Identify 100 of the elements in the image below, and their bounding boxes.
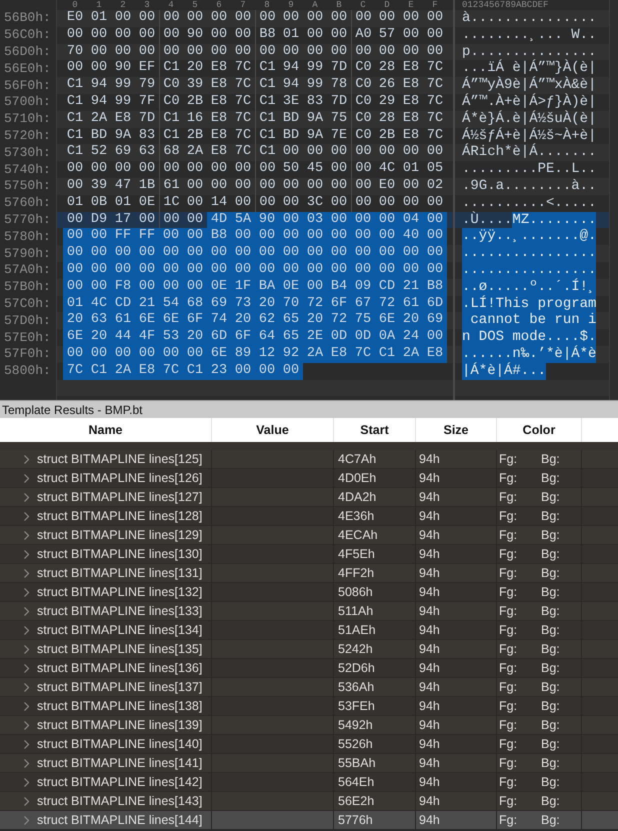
row-address: 56B0h:	[4, 10, 51, 26]
table-row[interactable]: struct BITMAPLINE lines[133] 511Ah 94h Fg: Bg:	[0, 602, 618, 621]
hex-byte: 00	[234, 161, 252, 178]
ascii-text: Á”™.À+è|Á>ƒ}À)è|	[462, 94, 596, 110]
hex-byte: 7C	[234, 77, 252, 94]
table-cell-text: struct BITMAPLINE lines[139]	[37, 717, 202, 734]
hex-byte: 69	[423, 312, 447, 330]
hex-byte: 00	[306, 44, 324, 60]
hex-byte: 00	[183, 278, 207, 296]
hex-byte: 00	[90, 60, 108, 78]
table-cell-text: 5492h	[338, 717, 373, 734]
hex-byte: 00	[330, 178, 348, 195]
table-row[interactable]: struct BITMAPLINE lines[143] 56E2h 94h Fg: Bg:	[0, 792, 618, 811]
hex-byte: 00	[138, 212, 156, 228]
hex-byte: 00	[255, 362, 279, 380]
table-row[interactable]: struct BITMAPLINE lines[136] 52D6h 94h Fg: Bg:	[0, 659, 618, 678]
hex-byte: E8	[114, 110, 132, 128]
hex-byte: 00	[90, 161, 108, 178]
table-cell-text: 94h	[419, 508, 440, 525]
table-cell-text: 94h	[419, 736, 440, 753]
hex-byte: E8	[402, 110, 420, 128]
table-row[interactable]: struct BITMAPLINE lines[129] 4ECAh 94h Fg: Bg:	[0, 526, 618, 545]
hex-byte: 39	[90, 178, 108, 195]
hex-byte: C1	[66, 144, 84, 162]
table-cell-text: Bg:	[541, 717, 560, 734]
hex-byte: 2B	[186, 128, 204, 144]
ascii-text: à...............	[462, 10, 596, 27]
hex-byte: 62	[255, 312, 279, 330]
hex-byte: 29	[378, 94, 396, 111]
hex-byte: C1	[66, 77, 84, 94]
hex-byte: 6E	[135, 312, 159, 330]
scrollbar-track[interactable]	[609, 0, 618, 400]
table-cell-text: Bg:	[541, 603, 560, 620]
hex-byte: E8	[210, 77, 228, 94]
hex-byte: EF	[138, 60, 156, 78]
row-address: 5800h:	[4, 363, 51, 380]
row-address: 56F0h:	[4, 78, 51, 94]
table-cell-text: Bg:	[541, 736, 560, 753]
hex-byte: E8	[402, 94, 420, 111]
table-cell-text: Bg:	[541, 489, 560, 506]
hex-byte: 00	[186, 194, 204, 212]
table-cell-text: struct BITMAPLINE lines[128]	[37, 508, 202, 525]
hex-byte: 70	[279, 296, 303, 312]
row-address: 57E0h:	[4, 330, 51, 346]
table-row[interactable]: struct BITMAPLINE lines[139] 5492h 94h Fg: Bg:	[0, 716, 618, 735]
hex-byte: 00	[234, 26, 252, 44]
hex-byte: 00	[375, 262, 399, 279]
hex-byte: 83	[138, 128, 156, 144]
row-address: 56D0h:	[4, 44, 51, 60]
hex-byte: 00	[87, 228, 111, 246]
hex-byte: 7F	[138, 94, 156, 111]
hex-byte: 6E	[207, 346, 231, 363]
ascii-text: ...ïÁ è|Á”™}À(è|	[462, 60, 596, 76]
table-cell-text: Bg:	[541, 508, 560, 525]
hex-byte: 00	[378, 10, 396, 27]
hex-byte: 7C	[426, 94, 444, 111]
table-row[interactable]: struct BITMAPLINE lines[131] 4FF2h 94h Fg: Bg:	[0, 564, 618, 583]
table-row[interactable]: struct BITMAPLINE lines[144] 5776h 94h Fg: Bg:	[0, 811, 618, 830]
hex-byte: 00	[186, 212, 204, 228]
hex-byte: 72	[303, 296, 327, 312]
table-cell-text: 53FEh	[338, 698, 375, 715]
hex-byte: 01	[114, 194, 132, 212]
table-row[interactable]: struct BITMAPLINE lines[132] 5086h 94h Fg: Bg:	[0, 583, 618, 602]
table-row[interactable]: struct BITMAPLINE lines[138] 53FEh 94h Fg: Bg:	[0, 697, 618, 716]
hex-byte: B8	[207, 228, 231, 246]
table-cell-text: Fg:	[499, 565, 518, 582]
hex-byte: 00	[207, 262, 231, 279]
hex-byte: 00	[138, 44, 156, 60]
table-row[interactable]: struct BITMAPLINE lines[135] 5242h 94h Fg: Bg:	[0, 640, 618, 659]
hex-byte: 00	[111, 245, 135, 262]
table-row[interactable]: struct BITMAPLINE lines[142] 564Eh 94h Fg: Bg:	[0, 773, 618, 792]
hex-byte: 05	[426, 161, 444, 178]
table-row[interactable]: struct BITMAPLINE lines[137] 536Ah 94h Fg: Bg:	[0, 678, 618, 697]
table-row[interactable]: struct BITMAPLINE lines[141] 55BAh 94h Fg: Bg:	[0, 754, 618, 773]
hex-byte: 02	[426, 178, 444, 195]
hex-byte: 73	[231, 296, 255, 312]
hex-byte: 00	[330, 10, 348, 27]
hex-byte: 00	[306, 144, 324, 162]
table-row[interactable]: struct BITMAPLINE lines[128] 4E36h 94h Fg: Bg:	[0, 507, 618, 526]
table-row[interactable]: struct BITMAPLINE lines[134] 51AEh 94h Fg: Bg:	[0, 621, 618, 640]
hex-byte: 2E	[303, 329, 327, 346]
hex-byte: BD	[282, 110, 300, 128]
table-cell-text: Bg:	[541, 812, 560, 829]
table-row[interactable]: struct BITMAPLINE lines[130] 4F5Eh 94h Fg: Bg:	[0, 545, 618, 564]
table-cell-text: struct BITMAPLINE lines[129]	[37, 527, 202, 544]
hex-byte: 00	[399, 262, 423, 279]
hex-byte: 00	[210, 178, 228, 195]
hex-byte: 7D	[330, 94, 348, 111]
hex-byte: 00	[234, 194, 252, 212]
table-row[interactable]: struct BITMAPLINE lines[125] 4C7Ah 94h Fg: Bg:	[0, 450, 618, 469]
hex-byte: 00	[282, 144, 300, 162]
hex-byte: 7C	[234, 60, 252, 78]
hex-byte: 21	[399, 278, 423, 296]
table-row[interactable]: struct BITMAPLINE lines[127] 4DA2h 94h Fg: Bg:	[0, 488, 618, 507]
table-cell-text: 55BAh	[338, 755, 376, 772]
ascii-text: ......n‰.’*è|Á*è	[462, 346, 596, 363]
table-cell-text: Fg:	[499, 451, 518, 468]
table-row[interactable]: struct BITMAPLINE lines[126] 4D0Eh 94h Fg: Bg:	[0, 469, 618, 488]
table-row[interactable]: struct BITMAPLINE lines[140] 5526h 94h Fg: Bg:	[0, 735, 618, 754]
hex-byte: 00	[159, 228, 183, 246]
